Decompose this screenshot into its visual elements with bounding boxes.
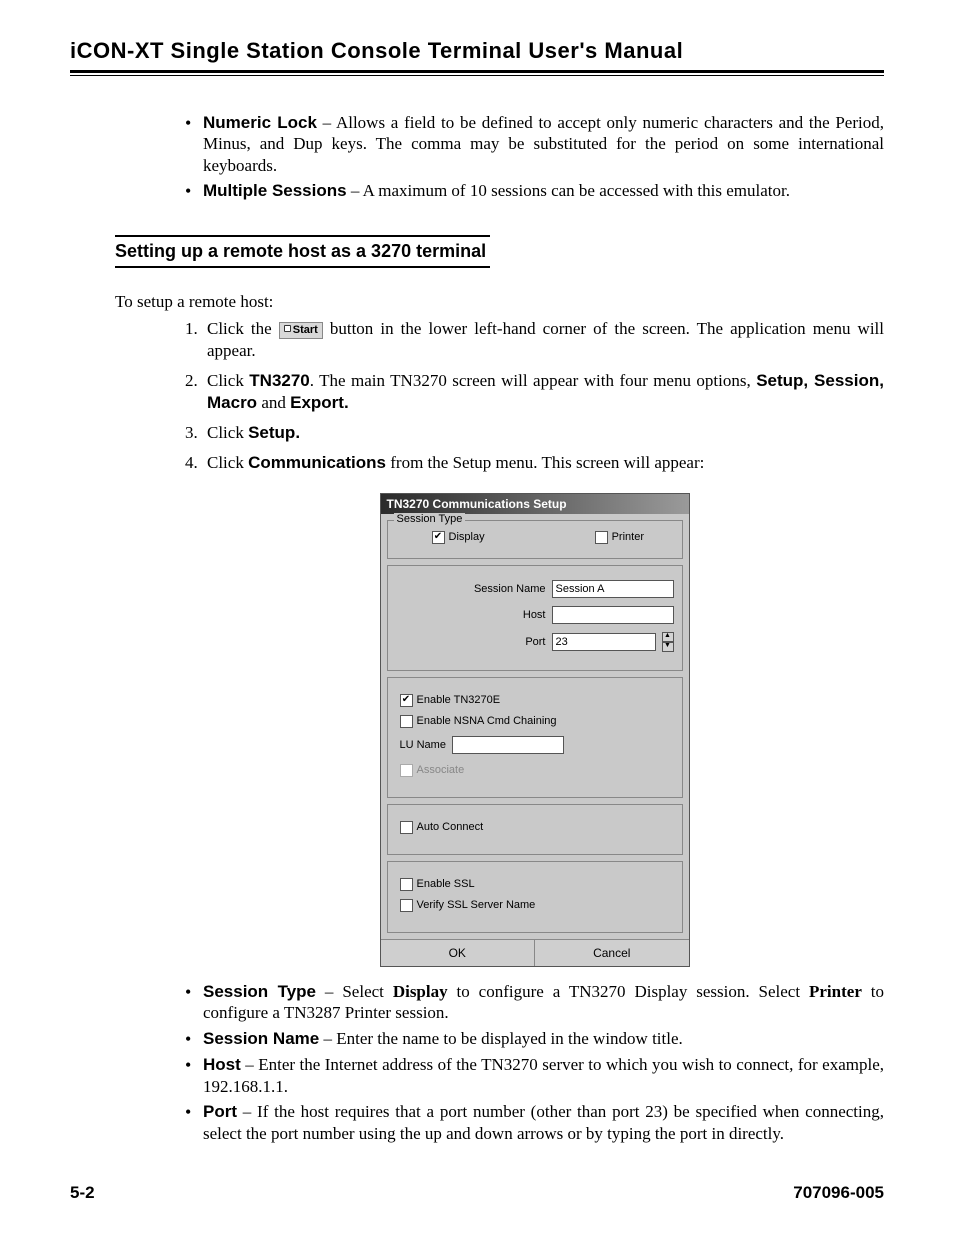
printer-checkbox[interactable]: Printer	[595, 531, 644, 544]
desc-label: Port	[203, 1102, 237, 1121]
bullet-multiple-sessions: Multiple Sessions – A maximum of 10 sess…	[185, 180, 884, 201]
desc-label: Session Name	[203, 1029, 319, 1048]
port-label: Port	[396, 636, 546, 648]
checkbox-label: Verify SSL Server Name	[417, 899, 536, 911]
host-label: Host	[396, 609, 546, 621]
desc-label: Host	[203, 1055, 241, 1074]
checkbox-icon	[595, 531, 608, 544]
enable-nsna-checkbox[interactable]: Enable NSNA Cmd Chaining	[400, 715, 670, 728]
checkbox-icon	[400, 821, 413, 834]
checkbox-icon: ✔	[432, 531, 445, 544]
header-rule-thick	[70, 70, 884, 73]
step-text: Click	[207, 371, 249, 390]
desc-session-name: Session Name – Enter the name to be disp…	[185, 1028, 884, 1050]
page-footer: 5-2 707096-005	[70, 1183, 884, 1203]
cancel-button[interactable]: Cancel	[535, 940, 689, 966]
feature-bullet-list: Numeric Lock – Allows a field to be defi…	[185, 112, 884, 201]
step-text: and	[257, 393, 290, 412]
display-checkbox[interactable]: ✔ Display	[432, 531, 485, 544]
step-text: Click	[207, 423, 248, 442]
step-1: Click the Start button in the lower left…	[185, 318, 884, 362]
checkbox-icon	[400, 715, 413, 728]
lu-name-label: LU Name	[400, 739, 446, 751]
step-4: Click Communications from the Setup menu…	[185, 452, 884, 474]
step-bold: Setup.	[248, 423, 300, 442]
page-header-title: iCON-XT Single Station Console Terminal …	[70, 38, 884, 70]
step-text: Click	[207, 453, 248, 472]
header-rule-thin	[70, 75, 884, 76]
step-bold: TN3270	[249, 371, 309, 390]
ok-button[interactable]: OK	[381, 940, 536, 966]
start-icon	[284, 325, 291, 332]
checkbox-label: Enable TN3270E	[417, 694, 501, 706]
tn3270e-group: ✔ Enable TN3270E Enable NSNA Cmd Chaining…	[387, 677, 683, 798]
step-3: Click Setup.	[185, 422, 884, 444]
desc-text: – Enter the Internet address of the TN32…	[203, 1055, 884, 1096]
bullet-text: – A maximum of 10 sessions can be access…	[347, 181, 790, 200]
dialog-titlebar: TN3270 Communications Setup	[381, 494, 689, 514]
desc-port: Port – If the host requires that a port …	[185, 1101, 884, 1145]
dialog-button-row: OK Cancel	[381, 939, 689, 966]
session-name-input[interactable]: Session A	[552, 580, 674, 598]
checkbox-label: Printer	[612, 531, 644, 543]
checkbox-label: Display	[449, 531, 485, 543]
document-number: 707096-005	[793, 1183, 884, 1203]
chevron-up-icon[interactable]: ▲	[662, 632, 674, 642]
ssl-group: Enable SSL Verify SSL Server Name	[387, 861, 683, 933]
desc-text: – Select	[316, 982, 393, 1001]
step-bold: Export.	[290, 393, 349, 412]
desc-host: Host – Enter the Internet address of the…	[185, 1054, 884, 1098]
chevron-down-icon[interactable]: ▼	[662, 642, 674, 652]
checkbox-icon	[400, 764, 413, 777]
desc-session-type: Session Type – Select Display to configu…	[185, 981, 884, 1025]
communications-setup-dialog: TN3270 Communications Setup Session Type…	[380, 493, 690, 967]
checkbox-label: Associate	[417, 764, 465, 776]
lu-name-input[interactable]	[452, 736, 564, 754]
step-text: Click the	[207, 319, 279, 338]
bullet-numeric-lock: Numeric Lock – Allows a field to be defi…	[185, 112, 884, 176]
autoconnect-group: Auto Connect	[387, 804, 683, 855]
bullet-label: Numeric Lock	[203, 113, 317, 132]
field-description-list: Session Type – Select Display to configu…	[185, 981, 884, 1145]
desc-bold: Printer	[809, 982, 862, 1001]
verify-ssl-checkbox[interactable]: Verify SSL Server Name	[400, 899, 670, 912]
step-2: Click TN3270. The main TN3270 screen wil…	[185, 370, 884, 414]
session-name-label: Session Name	[396, 583, 546, 595]
section-heading: Setting up a remote host as a 3270 termi…	[115, 235, 490, 268]
checkbox-icon	[400, 899, 413, 912]
bullet-label: Multiple Sessions	[203, 181, 347, 200]
desc-text: – Enter the name to be displayed in the …	[319, 1029, 683, 1048]
associate-checkbox[interactable]: Associate	[400, 764, 670, 777]
auto-connect-checkbox[interactable]: Auto Connect	[400, 821, 670, 834]
step-bold: Communications	[248, 453, 386, 472]
step-text: . The main TN3270 screen will appear wit…	[310, 371, 756, 390]
port-spinner[interactable]: ▲ ▼	[662, 632, 674, 652]
step-text: from the Setup menu. This screen will ap…	[386, 453, 704, 472]
enable-ssl-checkbox[interactable]: Enable SSL	[400, 878, 670, 891]
start-label: Start	[293, 324, 318, 336]
desc-text: – If the host requires that a port numbe…	[203, 1102, 884, 1143]
checkbox-icon: ✔	[400, 694, 413, 707]
checkbox-label: Enable SSL	[417, 878, 475, 890]
connection-group: Session Name Session A Host Port 23 ▲ ▼	[387, 565, 683, 671]
start-button-inline: Start	[279, 322, 323, 339]
checkbox-icon	[400, 878, 413, 891]
desc-label: Session Type	[203, 982, 316, 1001]
page-number: 5-2	[70, 1183, 95, 1203]
desc-bold: Display	[393, 982, 448, 1001]
steps-list: Click the Start button in the lower left…	[185, 318, 884, 475]
group-legend: Session Type	[394, 513, 466, 525]
enable-tn3270e-checkbox[interactable]: ✔ Enable TN3270E	[400, 694, 670, 707]
session-type-group: Session Type ✔Display Printer	[387, 520, 683, 559]
checkbox-label: Enable NSNA Cmd Chaining	[417, 715, 557, 727]
checkbox-label: Auto Connect	[417, 821, 484, 833]
host-input[interactable]	[552, 606, 674, 624]
intro-line: To setup a remote host:	[115, 292, 884, 312]
port-input[interactable]: 23	[552, 633, 656, 651]
desc-text: to configure a TN3270 Display session. S…	[448, 982, 809, 1001]
